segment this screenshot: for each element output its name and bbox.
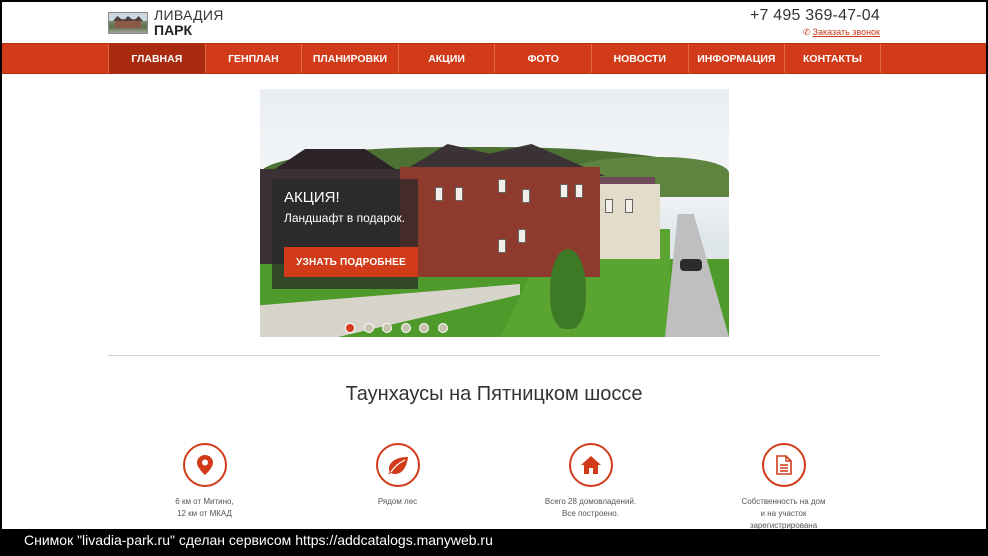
slider-dot-6[interactable] — [437, 323, 448, 333]
feature-location: 6 км от Митино, 12 км от МКАД — [108, 443, 301, 529]
feature-text: 6 км от Митино, 12 км от МКАД — [175, 496, 233, 520]
feature-line: Рядом лес — [377, 497, 418, 506]
feature-line: Всего 28 домовладений. — [544, 497, 637, 506]
logo-text: ЛИВАДИЯ ПАРК — [154, 8, 224, 38]
header: ЛИВАДИЯ ПАРК +7 495 369-47-04 ✆ Заказать … — [2, 2, 986, 43]
slider-dot-1[interactable] — [345, 323, 355, 333]
main-nav: ГЛАВНАЯ ГЕНПЛАН ПЛАНИРОВКИ АКЦИИ ФОТО НО… — [2, 43, 986, 74]
promo-box: АКЦИЯ! Ландшафт в подарок. УЗНАТЬ ПОДРОБ… — [272, 179, 418, 289]
feature-line: Все построено. — [562, 509, 619, 518]
nav-item-home[interactable]: ГЛАВНАЯ — [108, 44, 205, 73]
learn-more-button[interactable]: УЗНАТЬ ПОДРОБНЕЕ — [284, 247, 418, 277]
slider-dot-5[interactable] — [419, 323, 429, 333]
promo-title: АКЦИЯ! — [284, 189, 340, 206]
page: ЛИВАДИЯ ПАРК +7 495 369-47-04 ✆ Заказать … — [2, 2, 986, 529]
nav-item-promotions[interactable]: АКЦИИ — [397, 44, 495, 73]
leaf-icon — [375, 443, 420, 487]
nav-item-news[interactable]: НОВОСТИ — [590, 44, 688, 73]
slider-dot-2[interactable] — [363, 323, 374, 333]
section-title: Таунхаусы на Пятницком шоссе — [345, 383, 643, 405]
phone-number[interactable]: +7 495 369-47-04 — [750, 7, 880, 25]
slider-dot-4[interactable] — [400, 323, 411, 333]
contact-block: +7 495 369-47-04 ✆ Заказать звонок — [750, 7, 880, 38]
nav-item-genplan[interactable]: ГЕНПЛАН — [204, 44, 302, 73]
home-icon — [568, 443, 613, 487]
logo-image — [108, 12, 148, 34]
nav-item-photo[interactable]: ФОТО — [494, 44, 591, 73]
logo-line2: ПАРК — [154, 22, 193, 38]
feature-line: 6 км от Митино, — [175, 497, 234, 506]
hero-slider[interactable]: АКЦИЯ! Ландшафт в подарок. УЗНАТЬ ПОДРОБ… — [260, 89, 729, 337]
feature-ownership: Собственность на дом и на участок зареги… — [687, 443, 880, 529]
feature-forest: Рядом лес — [301, 443, 494, 529]
feature-line: 12 км от МКАД — [177, 509, 232, 518]
logo[interactable]: ЛИВАДИЯ ПАРК — [108, 8, 224, 38]
nav-item-contacts[interactable]: КОНТАКТЫ — [784, 44, 881, 73]
map-pin-icon — [182, 443, 227, 487]
phone-icon: ✆ — [803, 27, 811, 37]
feature-line: и на участок — [760, 509, 807, 518]
feature-text: Всего 28 домовладений. Все построено. — [545, 496, 636, 520]
slider-dot-3[interactable] — [382, 323, 392, 333]
feature-line: Собственность на дом — [741, 497, 826, 506]
document-icon — [761, 443, 806, 487]
features: 6 км от Митино, 12 км от МКАД Рядом лес … — [108, 443, 880, 529]
feature-line: зарегистрирована — [749, 521, 818, 529]
slider-dots — [345, 323, 456, 333]
feature-text: Рядом лес — [378, 496, 417, 508]
screenshot-caption: Снимок "livadia-park.ru" сделан сервисом… — [24, 532, 493, 548]
divider — [108, 355, 880, 356]
feature-houses: Всего 28 домовладений. Все построено. — [494, 443, 687, 529]
promo-text: Ландшафт в подарок. — [284, 211, 406, 225]
nav-item-info[interactable]: ИНФОРМАЦИЯ — [687, 44, 785, 73]
feature-text: Собственность на дом и на участок зареги… — [741, 496, 825, 529]
nav-item-layouts[interactable]: ПЛАНИРОВКИ — [301, 44, 398, 73]
logo-line1: ЛИВАДИЯ — [154, 7, 224, 23]
callback-link[interactable]: ✆ Заказать звонок — [750, 27, 880, 38]
callback-label: Заказать звонок — [812, 27, 880, 37]
